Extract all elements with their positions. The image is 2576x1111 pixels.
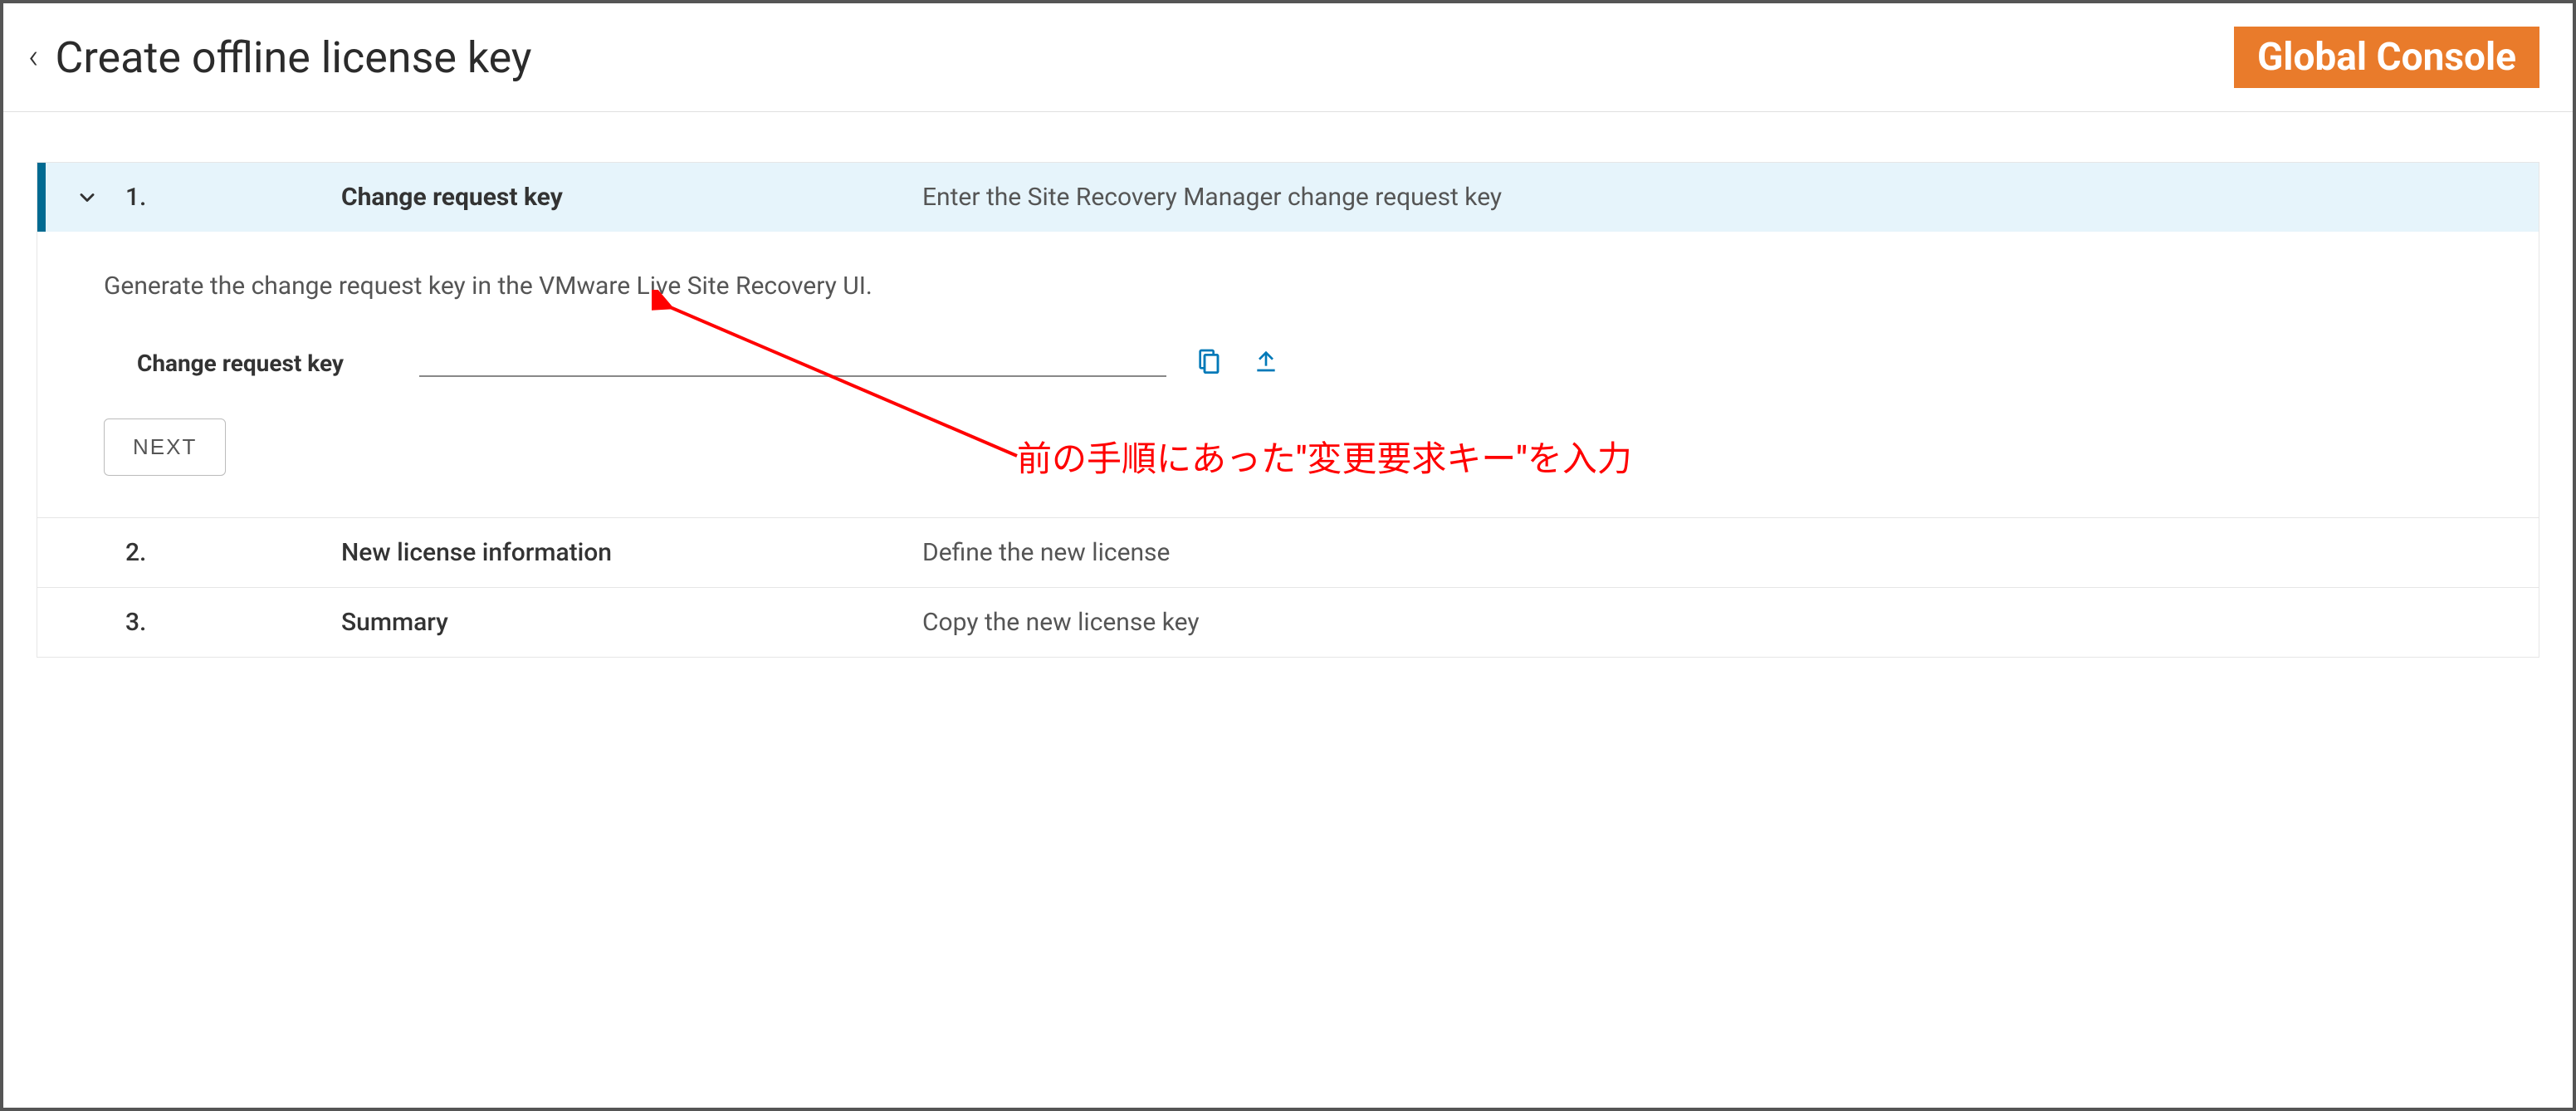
- step-number: 3.: [125, 608, 341, 637]
- chevron-down-icon: [76, 186, 125, 209]
- step-desc: Copy the new license key: [922, 608, 2472, 637]
- global-console-badge: Global Console: [2234, 27, 2539, 88]
- step-title: Summary: [341, 608, 922, 637]
- step-number: 1.: [125, 183, 341, 212]
- step-header-2[interactable]: 2. New license information Define the ne…: [37, 518, 2539, 587]
- back-icon[interactable]: ‹: [28, 40, 39, 75]
- page-header: ‹ Create offline license key Global Cons…: [3, 3, 2573, 112]
- step-body-1: Generate the change request key in the V…: [37, 232, 2539, 517]
- change-request-key-row: Change request key: [104, 339, 2472, 377]
- page-title: Create offline license key: [56, 32, 532, 83]
- change-request-key-label: Change request key: [137, 350, 394, 377]
- paste-icon[interactable]: [1191, 344, 1224, 377]
- step-header-3[interactable]: 3. Summary Copy the new license key: [37, 588, 2539, 657]
- next-button[interactable]: NEXT: [104, 418, 226, 476]
- header-left: ‹ Create offline license key: [28, 32, 532, 83]
- step-header-1[interactable]: 1. Change request key Enter the Site Rec…: [37, 163, 2539, 232]
- step-desc: Enter the Site Recovery Manager change r…: [922, 183, 2472, 212]
- generate-help-text: Generate the change request key in the V…: [104, 272, 2472, 301]
- step-desc: Define the new license: [922, 538, 2472, 567]
- step-number: 2.: [125, 538, 341, 567]
- stepper: 1. Change request key Enter the Site Rec…: [37, 162, 2539, 658]
- annotation-arrow-icon: [652, 290, 1034, 472]
- content: 1. Change request key Enter the Site Rec…: [3, 112, 2573, 691]
- annotation-text: 前の手順にあった"変更要求キー"を入力: [1017, 431, 1632, 482]
- change-request-key-input[interactable]: [419, 339, 1166, 377]
- upload-icon[interactable]: [1249, 344, 1283, 377]
- step-title: Change request key: [341, 183, 922, 212]
- step-title: New license information: [341, 538, 922, 567]
